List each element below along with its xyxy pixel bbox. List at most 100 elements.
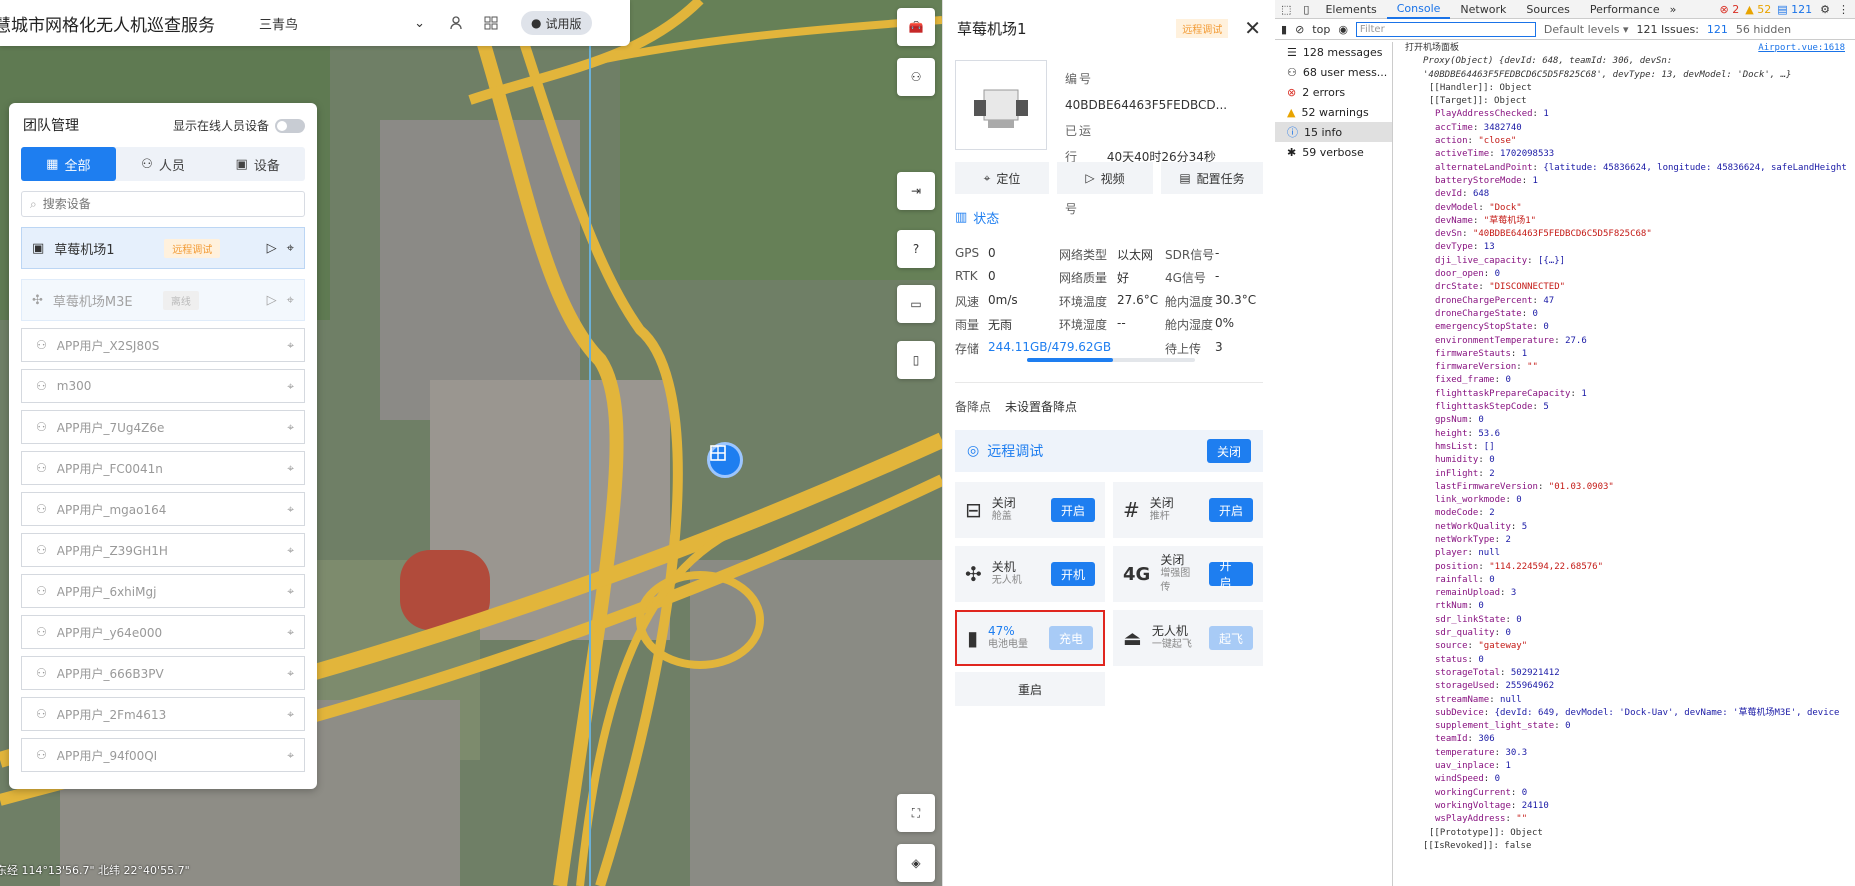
location-pin-icon[interactable]: ⌖ bbox=[287, 543, 294, 558]
issues-link[interactable]: 121 bbox=[1707, 23, 1728, 36]
user-list-item[interactable]: ⚇ APP用户_7Ug4Z6e ⌖ bbox=[21, 410, 305, 444]
sidebar-user-messages[interactable]: ⚇ 68 user mess... bbox=[1275, 62, 1392, 82]
sidebar-toggle-icon[interactable]: ▮ bbox=[1281, 23, 1287, 36]
tab-network[interactable]: Network bbox=[1450, 0, 1516, 19]
help-icon: ? bbox=[912, 242, 920, 256]
open-cover-button[interactable]: 开启 bbox=[1050, 498, 1095, 522]
user-list-item[interactable]: ⚇ APP用户_666B3PV ⌖ bbox=[21, 656, 305, 690]
location-pin-icon[interactable]: ⌖ bbox=[287, 707, 294, 722]
settings-icon[interactable]: ⚙ bbox=[1820, 3, 1830, 16]
reboot-button[interactable]: 重启 bbox=[955, 672, 1105, 706]
location-pin-icon[interactable]: ⌖ bbox=[287, 666, 294, 681]
toggle-switch[interactable] bbox=[275, 119, 305, 133]
log-field-key: accTime bbox=[1435, 122, 1473, 133]
locate-button[interactable]: ⌖ 定位 bbox=[955, 162, 1049, 194]
open-4g-button[interactable]: 开启 bbox=[1209, 559, 1253, 590]
location-pin-icon[interactable]: ⌖ bbox=[287, 502, 294, 517]
user-list-item[interactable]: ⚇ APP用户_FC0041n ⌖ bbox=[21, 451, 305, 485]
fullscreen-button[interactable]: ⛶ bbox=[897, 794, 935, 832]
sidebar-errors[interactable]: ⊗ 2 errors bbox=[1275, 82, 1392, 102]
tab-console[interactable]: Console bbox=[1386, 0, 1451, 19]
search-input[interactable] bbox=[42, 197, 283, 211]
levels-dropdown[interactable]: Default levels ▾ bbox=[1544, 23, 1629, 36]
log-field-value: 0 bbox=[1478, 654, 1484, 665]
exit-button[interactable]: ⇥ bbox=[897, 172, 935, 210]
tab-sources[interactable]: Sources bbox=[1516, 0, 1580, 19]
warning-count-icon[interactable]: ▲ 52 bbox=[1745, 3, 1771, 16]
location-pin-icon[interactable]: ⌖ bbox=[287, 241, 294, 256]
log-field-key: windSpeed bbox=[1435, 774, 1484, 785]
screen-button[interactable]: ▭ bbox=[897, 285, 935, 323]
tab-devices[interactable]: ▣ 设备 bbox=[210, 147, 305, 181]
play-icon[interactable]: ▷ bbox=[267, 293, 277, 308]
power-on-button[interactable]: 开机 bbox=[1050, 562, 1095, 586]
log-proxy[interactable]: Proxy(Object) {devId: 648, teamId: 306, … bbox=[1405, 55, 1855, 82]
team-select[interactable]: 三青鸟 ⌄ bbox=[245, 9, 435, 37]
drone-power-state: 关机 bbox=[991, 560, 1016, 574]
clear-console-icon[interactable]: ⊘ bbox=[1295, 23, 1304, 36]
location-pin-icon[interactable]: ⌖ bbox=[287, 338, 294, 353]
open-pushrod-button[interactable]: 开启 bbox=[1208, 498, 1253, 522]
location-pin-icon[interactable]: ⌖ bbox=[287, 293, 294, 308]
tab-people[interactable]: ⚇ 人员 bbox=[116, 147, 211, 181]
close-icon[interactable]: ✕ bbox=[1244, 16, 1261, 40]
log-target[interactable]: [[Target]]: Object bbox=[1405, 95, 1855, 108]
user-button[interactable]: ⚇ bbox=[897, 58, 935, 96]
toolbox-button[interactable]: 🧰 bbox=[897, 8, 935, 46]
mobile-button[interactable]: ▯ bbox=[897, 341, 935, 379]
users-icon[interactable] bbox=[445, 11, 469, 35]
dock-marker[interactable] bbox=[707, 442, 743, 478]
issues-count-icon[interactable]: ▤ 121 bbox=[1777, 3, 1812, 16]
log-prototype[interactable]: [[Prototype]]: Object bbox=[1405, 827, 1855, 840]
grid-icon[interactable] bbox=[479, 11, 503, 35]
charge-button[interactable]: 充电 bbox=[1048, 626, 1093, 650]
sn-value: 40BDBE64463F5FEDBCD... bbox=[1065, 98, 1228, 112]
grid-icon: ▦ bbox=[46, 156, 59, 172]
location-pin-icon[interactable]: ⌖ bbox=[287, 461, 294, 476]
user-list-item[interactable]: ⚇ APP用户_2Fm4613 ⌖ bbox=[21, 697, 305, 731]
filter-input[interactable]: Filter bbox=[1355, 21, 1536, 37]
config-task-button[interactable]: ▤ 配置任务 bbox=[1161, 162, 1263, 194]
error-count-icon[interactable]: ⊗ 2 bbox=[1720, 3, 1740, 16]
location-pin-icon[interactable]: ⌖ bbox=[287, 584, 294, 599]
more-tabs-icon[interactable]: » bbox=[1670, 3, 1677, 16]
device-toolbar-icon[interactable]: ▯ bbox=[1297, 3, 1315, 16]
location-pin-icon[interactable]: ⌖ bbox=[287, 625, 294, 640]
show-online-toggle[interactable]: 显示在线人员设备 bbox=[173, 117, 305, 134]
sidebar-verbose[interactable]: ✱ 59 verbose bbox=[1275, 142, 1392, 162]
sidebar-messages[interactable]: ☰ 128 messages bbox=[1275, 42, 1392, 62]
location-pin-icon[interactable]: ⌖ bbox=[287, 379, 294, 394]
log-handler[interactable]: [[Handler]]: Object bbox=[1405, 82, 1855, 95]
user-list-item[interactable]: ⚇ APP用户_6xhiMgj ⌖ bbox=[21, 574, 305, 608]
tab-elements[interactable]: Elements bbox=[1315, 0, 1386, 19]
user-list-item[interactable]: ⚇ m300 ⌖ bbox=[21, 369, 305, 403]
sidebar-info[interactable]: ⓘ 15 info bbox=[1275, 122, 1392, 142]
user-list-item[interactable]: ⚇ APP用户_X2SJ80S ⌖ bbox=[21, 328, 305, 362]
device-item[interactable]: ▣ 草莓机场1 远程调试 ▷ ⌖ bbox=[21, 227, 305, 269]
device-info: 编号 40BDBE64463F5FEDBCD... 已运行 40天40时26分3… bbox=[1065, 66, 1265, 222]
context-select[interactable]: top bbox=[1312, 23, 1330, 36]
source-link[interactable]: Airport.vue:1618 bbox=[1758, 42, 1845, 55]
inspect-icon[interactable]: ⬚ bbox=[1275, 3, 1297, 16]
tab-performance[interactable]: Performance bbox=[1580, 0, 1670, 19]
close-debug-button[interactable]: 关闭 bbox=[1206, 439, 1251, 463]
location-pin-icon[interactable]: ⌖ bbox=[287, 748, 294, 763]
device-item[interactable]: ✣ 草莓机场M3E 离线 ▷ ⌖ bbox=[21, 279, 305, 321]
takeoff-button[interactable]: 起飞 bbox=[1208, 626, 1253, 650]
log-field-key: remainUpload bbox=[1435, 588, 1501, 599]
eye-icon[interactable]: ◉ bbox=[1338, 23, 1348, 36]
user-list-item[interactable]: ⚇ APP用户_mgao164 ⌖ bbox=[21, 492, 305, 526]
help-button[interactable]: ? bbox=[897, 230, 935, 268]
log-field-key: subDevice bbox=[1435, 707, 1484, 718]
play-icon[interactable]: ▷ bbox=[267, 241, 277, 256]
kebab-icon[interactable]: ⋮ bbox=[1838, 3, 1849, 16]
sidebar-warnings[interactable]: ▲ 52 warnings bbox=[1275, 102, 1392, 122]
video-button[interactable]: ▷ 视频 bbox=[1057, 162, 1153, 194]
user-list-item[interactable]: ⚇ APP用户_94f00QI ⌖ bbox=[21, 738, 305, 772]
user-list-item[interactable]: ⚇ APP用户_Z39GH1H ⌖ bbox=[21, 533, 305, 567]
trial-badge[interactable]: ● 试用版 bbox=[521, 11, 592, 35]
user-list-item[interactable]: ⚇ APP用户_y64e000 ⌖ bbox=[21, 615, 305, 649]
layers-button[interactable]: ◈ bbox=[897, 844, 935, 882]
location-pin-icon[interactable]: ⌖ bbox=[287, 420, 294, 435]
tab-all[interactable]: ▦ 全部 bbox=[21, 147, 116, 181]
